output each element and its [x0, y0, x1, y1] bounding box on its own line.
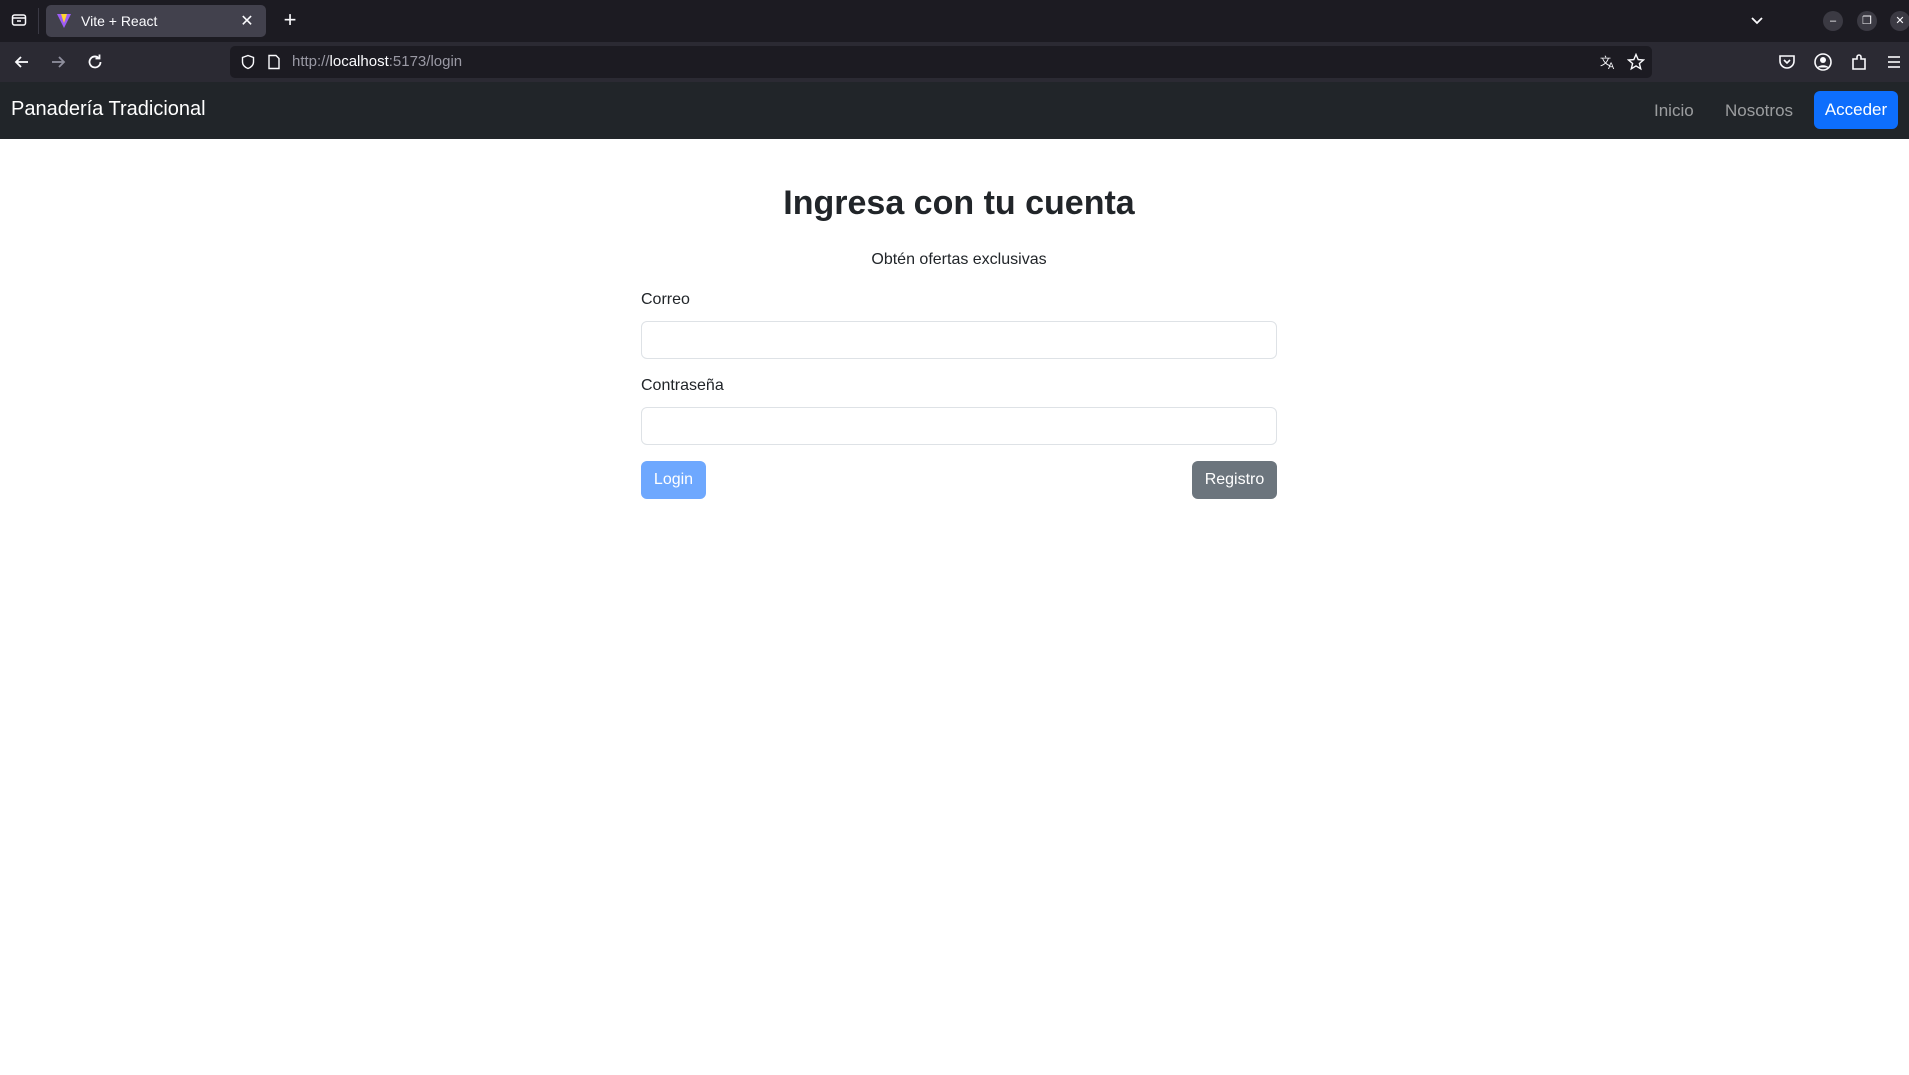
tab-overview-icon[interactable] [8, 9, 30, 31]
back-icon[interactable] [12, 52, 32, 72]
page-icon[interactable] [267, 54, 281, 70]
email-label: Correo [641, 291, 690, 308]
page-title: Ingresa con tu cuenta [783, 184, 1135, 222]
restore-icon[interactable]: ❐ [1857, 11, 1877, 31]
tab-close-icon[interactable]: ✕ [238, 11, 256, 31]
minimize-icon[interactable]: – [1823, 11, 1843, 31]
url-bar[interactable]: http://localhost:5173/login 文A [230, 46, 1652, 78]
forward-icon[interactable] [48, 52, 68, 72]
tab-list-chevron-icon[interactable] [1746, 10, 1768, 32]
email-field[interactable] [641, 321, 1277, 359]
extensions-icon[interactable] [1849, 52, 1869, 72]
url-path: :5173/login [388, 53, 463, 70]
nav-link-nosotros[interactable]: Nosotros [1725, 101, 1793, 121]
shield-icon[interactable] [240, 54, 256, 70]
reload-icon[interactable] [85, 52, 105, 72]
brand-link[interactable]: Panadería Tradicional [11, 98, 206, 121]
url-text[interactable]: http://localhost:5173/login [292, 53, 462, 70]
login-button[interactable]: Login [641, 461, 706, 499]
vite-favicon-icon [57, 14, 71, 28]
account-icon[interactable] [1813, 52, 1833, 72]
browser-toolbar: http://localhost:5173/login 文A [0, 42, 1909, 82]
browser-tab-active[interactable]: Vite + React ✕ [46, 5, 266, 37]
translate-icon[interactable]: 文A [1600, 54, 1616, 70]
tab-separator [38, 8, 39, 34]
password-label: Contraseña [641, 377, 724, 394]
bookmark-star-icon[interactable] [1627, 53, 1645, 71]
url-scheme: http:// [292, 53, 330, 70]
browser-tabbar: Vite + React ✕ + – ❐ ✕ [0, 0, 1909, 42]
new-tab-icon[interactable]: + [278, 8, 302, 32]
pocket-icon[interactable] [1777, 52, 1797, 72]
password-field[interactable] [641, 407, 1277, 445]
menu-icon[interactable] [1884, 52, 1904, 72]
tab-title: Vite + React [81, 13, 158, 29]
acceder-button[interactable]: Acceder [1814, 91, 1898, 129]
register-button[interactable]: Registro [1192, 461, 1277, 499]
close-window-icon[interactable]: ✕ [1890, 11, 1909, 31]
nav-link-inicio[interactable]: Inicio [1654, 101, 1694, 121]
page-subtitle: Obtén ofertas exclusivas [871, 251, 1047, 268]
svg-text:A: A [1608, 62, 1615, 70]
site-navbar: Panadería Tradicional Inicio Nosotros Ac… [0, 82, 1909, 139]
url-host: localhost [329, 53, 389, 70]
